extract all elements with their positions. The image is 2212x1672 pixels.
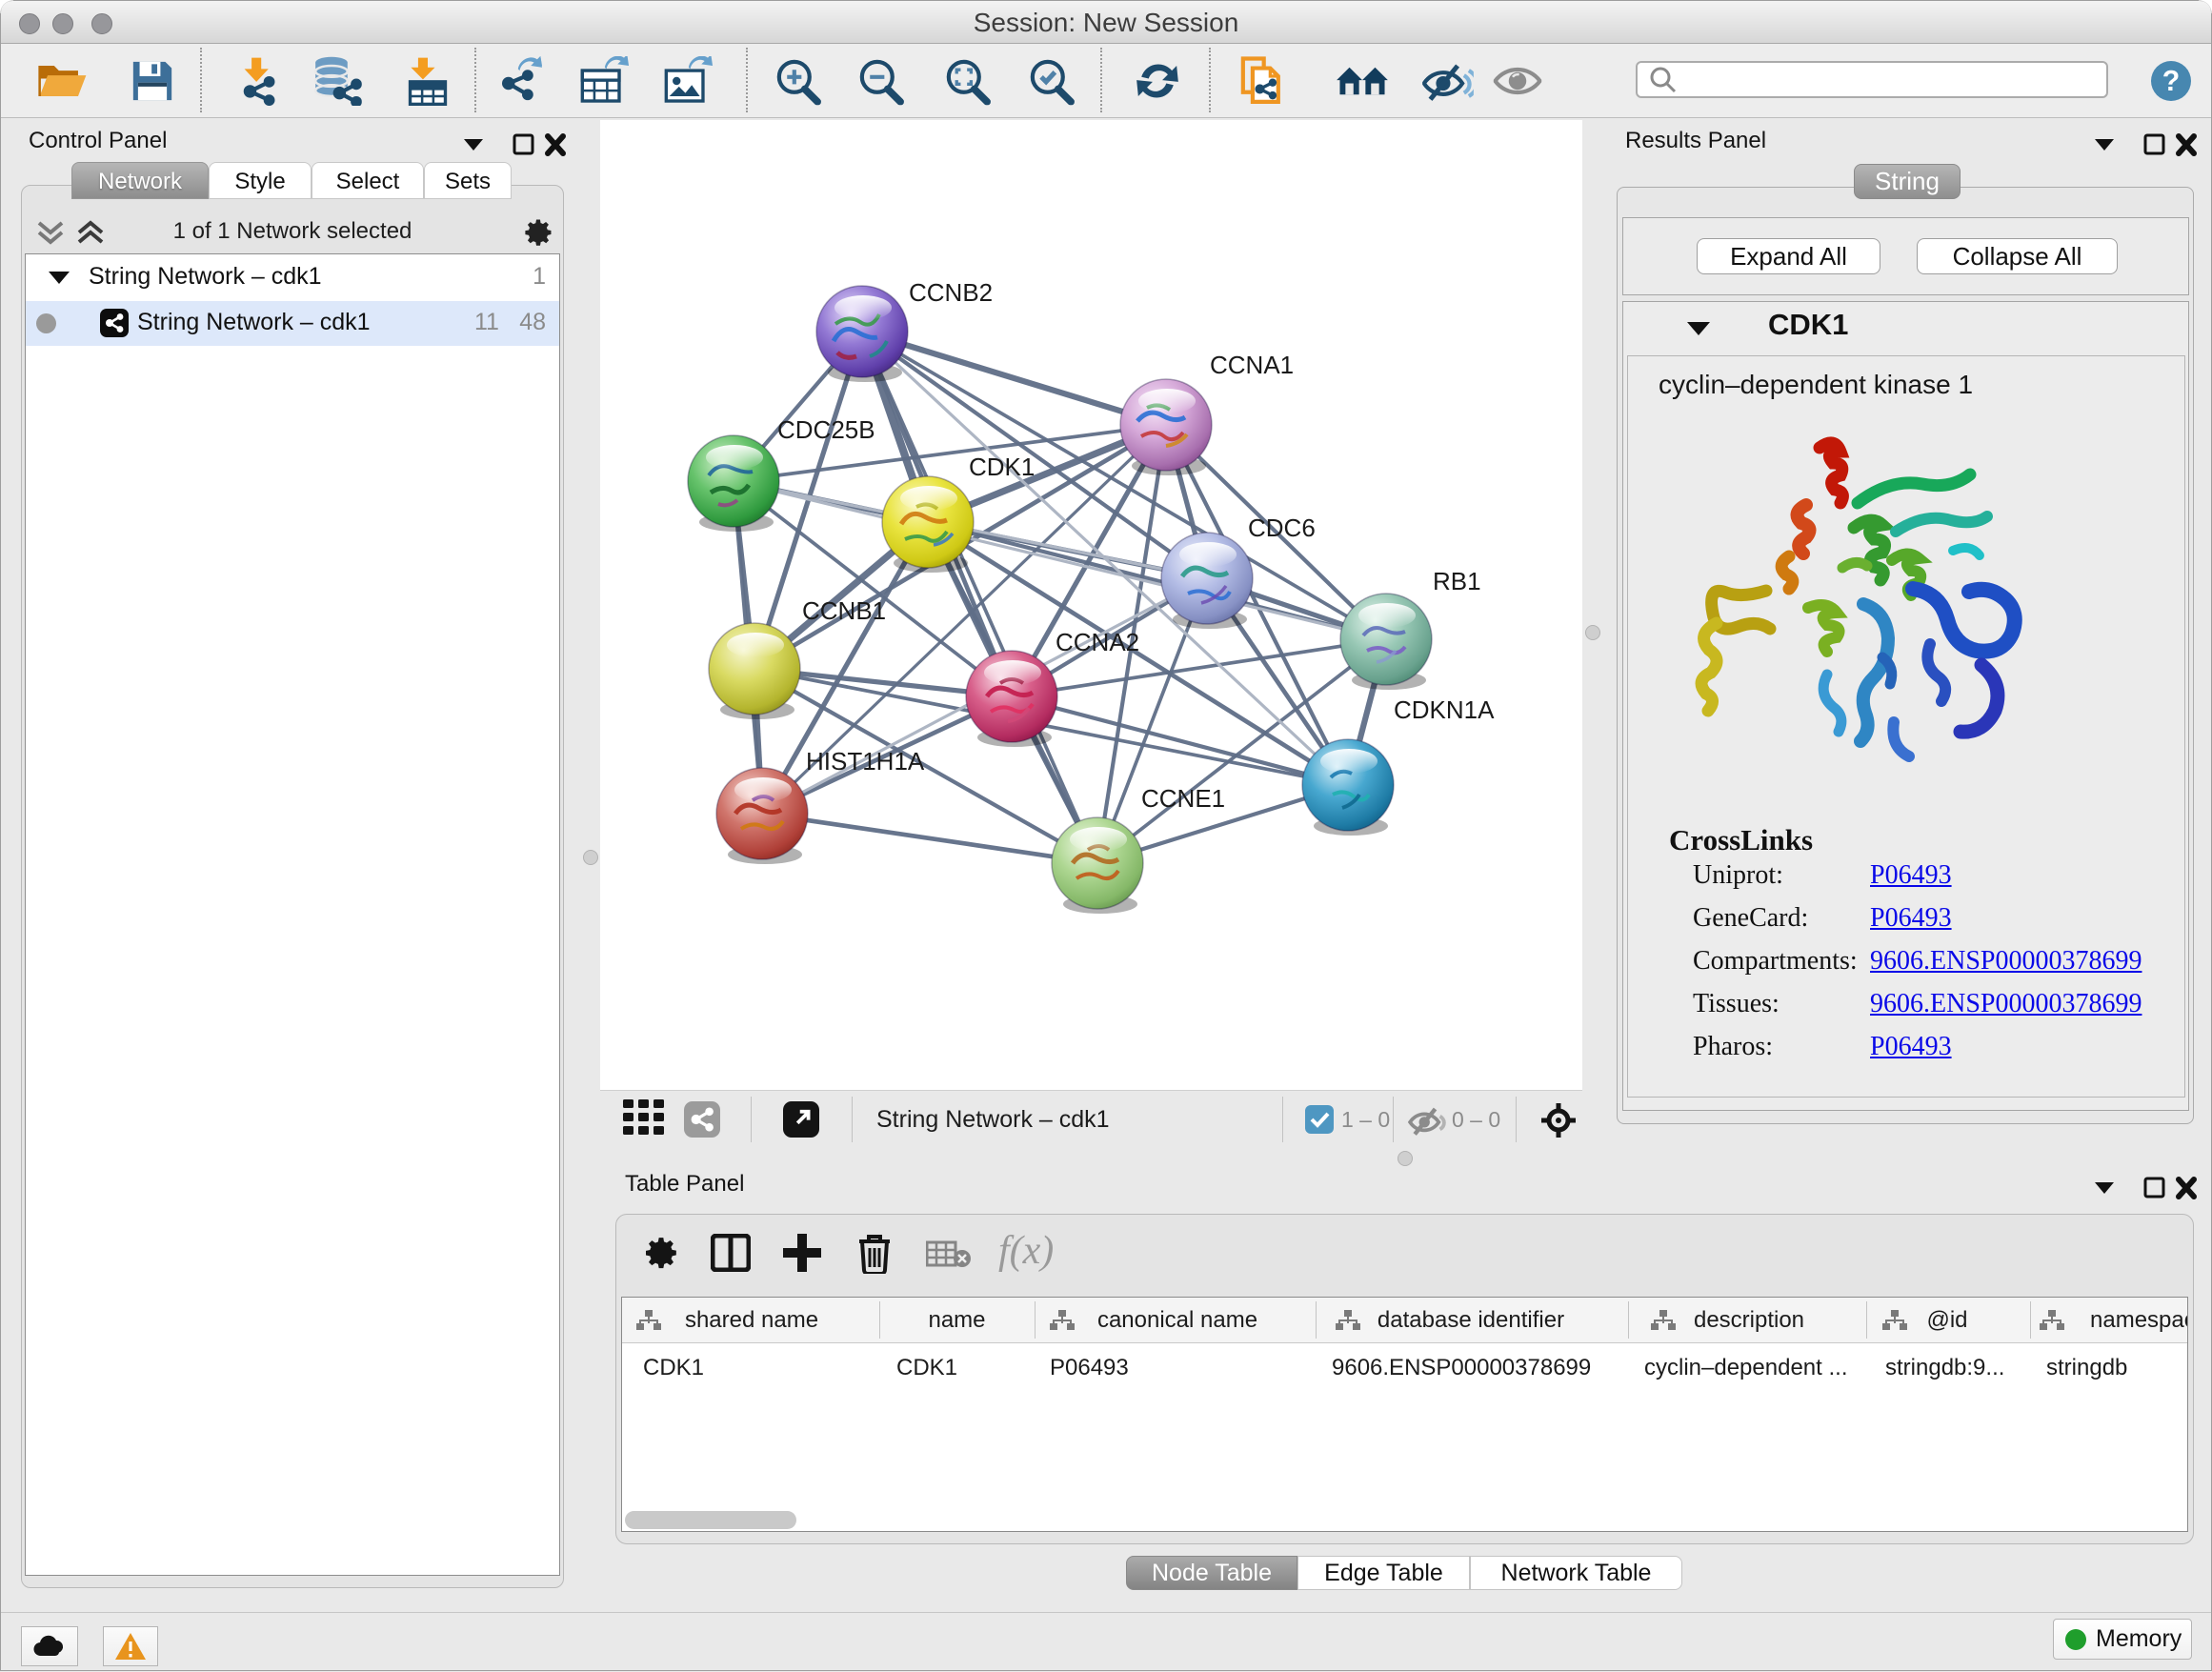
svg-text:CDC6: CDC6 — [1248, 514, 1316, 542]
svg-text:CCNE1: CCNE1 — [1141, 784, 1225, 813]
svg-text:CDKN1A: CDKN1A — [1394, 695, 1495, 724]
svg-text:RB1: RB1 — [1433, 567, 1481, 595]
svg-text:HIST1H1A: HIST1H1A — [806, 747, 925, 776]
svg-text:CDC25B: CDC25B — [777, 415, 875, 444]
svg-text:CCNA1: CCNA1 — [1210, 351, 1294, 379]
svg-text:?: ? — [2162, 66, 2180, 97]
svg-text:CCNB2: CCNB2 — [909, 278, 993, 307]
svg-text:CCNB1: CCNB1 — [802, 596, 886, 625]
svg-text:CDK1: CDK1 — [969, 453, 1035, 481]
svg-text:CCNA2: CCNA2 — [1056, 628, 1139, 656]
